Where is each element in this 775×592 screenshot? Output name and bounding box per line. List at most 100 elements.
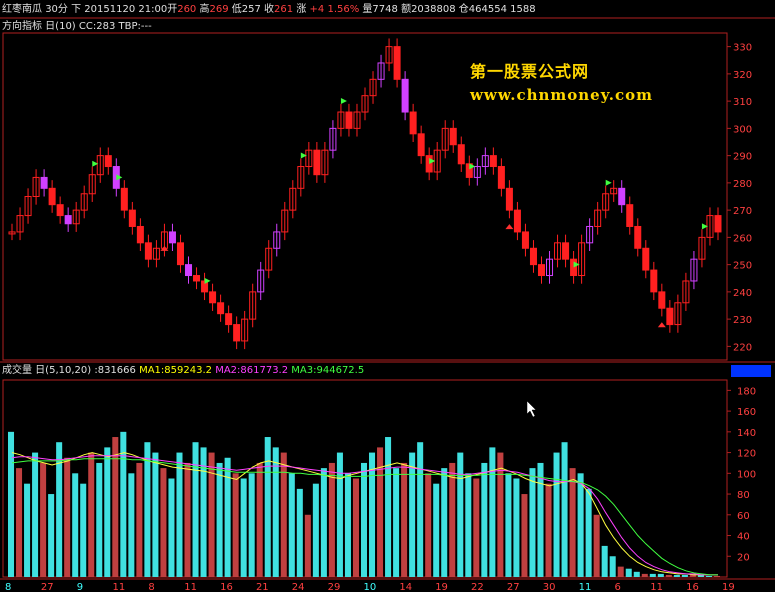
- x-axis-label: 9: [77, 582, 83, 592]
- price-candle: [176, 242, 184, 266]
- volume-bar: [264, 437, 271, 577]
- volume-bar: [136, 462, 143, 577]
- volume-bar: [272, 447, 279, 577]
- volume-bar: [32, 452, 39, 577]
- x-axis-label: 29: [328, 582, 341, 592]
- x-axis-label: 10: [364, 582, 377, 592]
- x-axis-label: 8: [148, 582, 154, 592]
- volume-bar: [312, 483, 319, 577]
- price-candle: [233, 324, 241, 342]
- volume-bar: [360, 462, 368, 577]
- x-axis-label: 11: [650, 582, 663, 592]
- volume-bar: [561, 442, 568, 577]
- price-candle: [650, 269, 658, 293]
- volume-bar: [537, 462, 544, 577]
- price-candle: [642, 247, 650, 271]
- volume-bar: [553, 452, 560, 577]
- volume-bar: [705, 575, 712, 577]
- volume-bar: [216, 462, 223, 577]
- volume-bar: [232, 473, 239, 577]
- x-axis-label: 19: [722, 582, 735, 592]
- volume-tick-label: 40: [737, 532, 750, 543]
- price-tick-label: 270: [733, 206, 752, 217]
- volume-bar: [409, 452, 416, 577]
- x-axis-label: 11: [184, 582, 197, 592]
- price-tick-label: 320: [733, 70, 752, 81]
- x-axis-label: 21: [256, 582, 269, 592]
- price-candle: [417, 133, 425, 157]
- price-candle: [40, 176, 48, 189]
- price-candle: [513, 209, 521, 233]
- price-candle: [136, 225, 144, 244]
- volume-bar: [713, 575, 720, 577]
- volume-bar: [248, 473, 255, 577]
- volume-bar: [657, 573, 664, 577]
- volume-tick-label: 140: [737, 428, 756, 439]
- price-candle: [634, 225, 642, 249]
- volume-tick-label: 60: [737, 511, 750, 522]
- volume-tick-label: 160: [737, 407, 756, 418]
- price-candle: [209, 291, 217, 304]
- volume-bar: [224, 457, 231, 577]
- volume-bar: [88, 452, 95, 577]
- price-tick-label: 300: [733, 124, 752, 135]
- chart-canvas[interactable]: 330 320 310 300 290 280 270 260 250 240 230 220 180 1…: [0, 0, 775, 592]
- price-candle: [537, 264, 546, 277]
- volume-bar: [625, 568, 632, 577]
- volume-bar: [449, 462, 456, 577]
- volume-bar: [529, 468, 536, 577]
- price-candle: [409, 111, 417, 135]
- x-axis-label: 11: [579, 582, 592, 592]
- volume-bar: [240, 478, 247, 577]
- volume-bar: [513, 478, 520, 577]
- price-candle: [529, 247, 537, 266]
- price-candle: [104, 155, 112, 168]
- volume-bar: [208, 452, 215, 577]
- price-candle: [217, 302, 225, 315]
- price-candle: [393, 46, 401, 80]
- volume-bar: [48, 494, 55, 577]
- price-candle: [658, 291, 666, 309]
- price-candle: [521, 231, 529, 249]
- volume-bar: [352, 478, 359, 577]
- volume-bar: [417, 442, 424, 577]
- volume-bar: [673, 574, 680, 577]
- price-candle: [449, 127, 457, 146]
- mouse-cursor-icon: [526, 400, 537, 418]
- volume-bar: [577, 473, 584, 577]
- x-axis-label: 24: [292, 582, 305, 592]
- price-candle: [666, 307, 674, 326]
- price-candle: [225, 313, 233, 326]
- volume-bar: [497, 452, 504, 577]
- price-tick-label: 310: [733, 97, 752, 108]
- price-candle: [626, 204, 634, 227]
- volume-tick-label: 100: [737, 469, 756, 480]
- x-axis-label: 16: [686, 582, 699, 592]
- volume-bar: [64, 457, 71, 577]
- volume-bar: [184, 462, 191, 577]
- volume-bar: [40, 462, 47, 577]
- volume-bar: [200, 447, 207, 577]
- x-axis-label: 14: [399, 582, 412, 592]
- volume-bar: [152, 452, 159, 577]
- x-axis-label: 27: [507, 582, 520, 592]
- price-candle: [120, 187, 128, 211]
- price-tick-label: 290: [733, 152, 752, 163]
- price-candle: [714, 215, 722, 233]
- volume-bar: [176, 452, 183, 577]
- volume-bar: [280, 452, 287, 577]
- volume-tick-label: 180: [737, 386, 756, 397]
- volume-tick-label: 120: [737, 449, 756, 460]
- x-axis-label: 27: [41, 582, 54, 592]
- volume-bar: [288, 473, 295, 577]
- price-candle: [562, 242, 570, 260]
- volume-bar: [465, 473, 472, 577]
- price-candle: [128, 209, 136, 227]
- chart-window: 红枣南瓜 30分 下 20151120 21:00开260 高269 低257 …: [0, 0, 775, 592]
- volume-bar: [80, 483, 87, 577]
- price-tick-label: 230: [733, 315, 752, 326]
- volume-bar: [425, 473, 432, 577]
- buy-signal-flag-icon: [605, 179, 612, 186]
- price-candle: [497, 166, 505, 189]
- volume-bar: [473, 478, 480, 577]
